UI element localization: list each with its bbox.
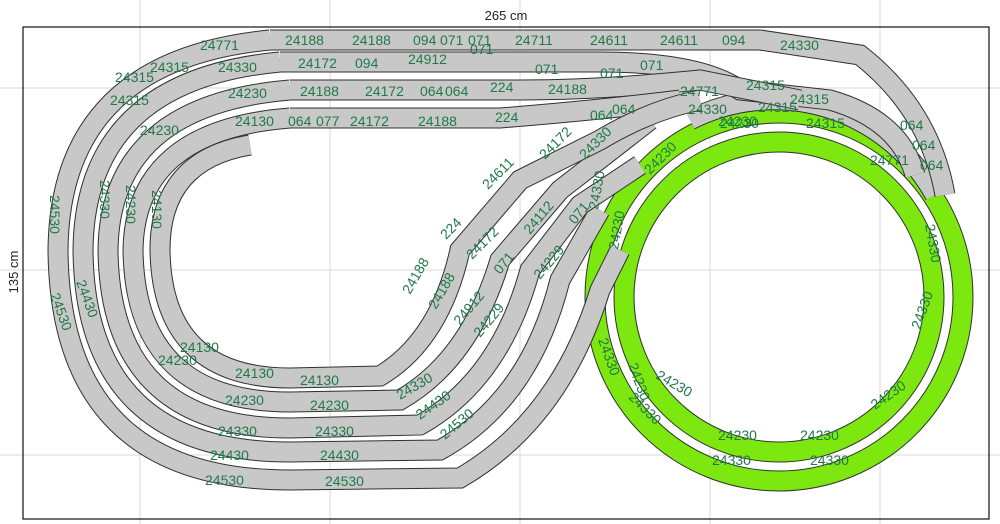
- piece-label: 24172: [298, 55, 337, 71]
- piece-label: 24230: [718, 113, 757, 129]
- piece-label: 24130: [300, 372, 339, 388]
- piece-label: 24530: [205, 472, 244, 488]
- piece-label: 094: [413, 32, 437, 48]
- width-dimension-label: 265 cm: [485, 8, 528, 23]
- piece-label: 064: [420, 83, 444, 99]
- piece-label: 24330: [97, 180, 113, 219]
- piece-label: 24330: [780, 37, 819, 53]
- piece-label: 064: [445, 83, 469, 99]
- piece-label: 071: [535, 61, 559, 77]
- piece-label: 24315: [150, 59, 189, 75]
- piece-label: 24130: [149, 190, 165, 229]
- piece-label: 24188: [418, 113, 457, 129]
- piece-label: 24330: [218, 423, 257, 439]
- piece-label: 24230: [800, 427, 839, 443]
- piece-label: 24330: [712, 452, 751, 468]
- piece-label: 24315: [746, 77, 785, 93]
- piece-label: 24611: [590, 32, 628, 48]
- piece-label: 24430: [320, 447, 359, 463]
- piece-label: 224: [495, 109, 519, 125]
- piece-label: 071: [470, 41, 494, 57]
- piece-label: 064: [288, 113, 312, 129]
- piece-label: 071: [640, 57, 664, 73]
- piece-label: 094: [722, 32, 746, 48]
- piece-label: 24188: [352, 32, 391, 48]
- piece-label: 24771: [680, 83, 719, 99]
- piece-label: 24130: [235, 365, 274, 381]
- piece-label: 24188: [548, 81, 587, 97]
- piece-label: 24330: [315, 423, 354, 439]
- piece-label: 24188: [300, 83, 339, 99]
- height-dimension-label: 135 cm: [6, 251, 21, 294]
- piece-label: 24771: [870, 152, 909, 168]
- piece-label: 064: [590, 107, 614, 123]
- piece-label: 24315: [115, 69, 154, 85]
- piece-label: 24611: [660, 32, 698, 48]
- piece-label: 24188: [285, 32, 324, 48]
- piece-label: 24315: [110, 92, 149, 108]
- piece-label: 24430: [210, 447, 249, 463]
- piece-label: 24130: [235, 113, 274, 129]
- piece-label: 24188: [399, 255, 432, 297]
- piece-label: 24330: [810, 452, 849, 468]
- piece-label: 071: [600, 65, 624, 81]
- piece-label: 24315: [758, 99, 797, 115]
- piece-label: 077: [316, 113, 340, 129]
- piece-label: 24315: [806, 115, 845, 131]
- green-track-inner-fill: [614, 132, 944, 462]
- piece-label: 094: [355, 55, 379, 71]
- piece-label: 24530: [47, 195, 63, 234]
- piece-label: 064: [612, 101, 636, 117]
- piece-label: 24711: [515, 32, 553, 48]
- piece-label: 24912: [408, 51, 447, 67]
- piece-label: 24230: [158, 352, 197, 368]
- piece-label: 24230: [228, 85, 267, 101]
- piece-label: 24230: [123, 185, 139, 224]
- piece-label: 24230: [225, 392, 264, 408]
- piece-label: 24230: [140, 122, 179, 138]
- piece-label: 24771: [200, 37, 239, 53]
- piece-label: 24172: [350, 113, 389, 129]
- piece-label: 24230: [310, 397, 349, 413]
- piece-label: 071: [440, 32, 464, 48]
- piece-label: 24172: [365, 83, 404, 99]
- piece-label: 24530: [325, 473, 364, 489]
- piece-label: 24330: [218, 59, 257, 75]
- piece-label: 064: [920, 157, 944, 173]
- piece-label: 064: [900, 117, 924, 133]
- piece-label: 064: [912, 137, 936, 153]
- track-layout-diagram: 265 cm 135 cm 24771 24188 24188 094 071 …: [0, 0, 1000, 524]
- piece-label: 224: [490, 79, 514, 95]
- piece-label: 24230: [718, 427, 757, 443]
